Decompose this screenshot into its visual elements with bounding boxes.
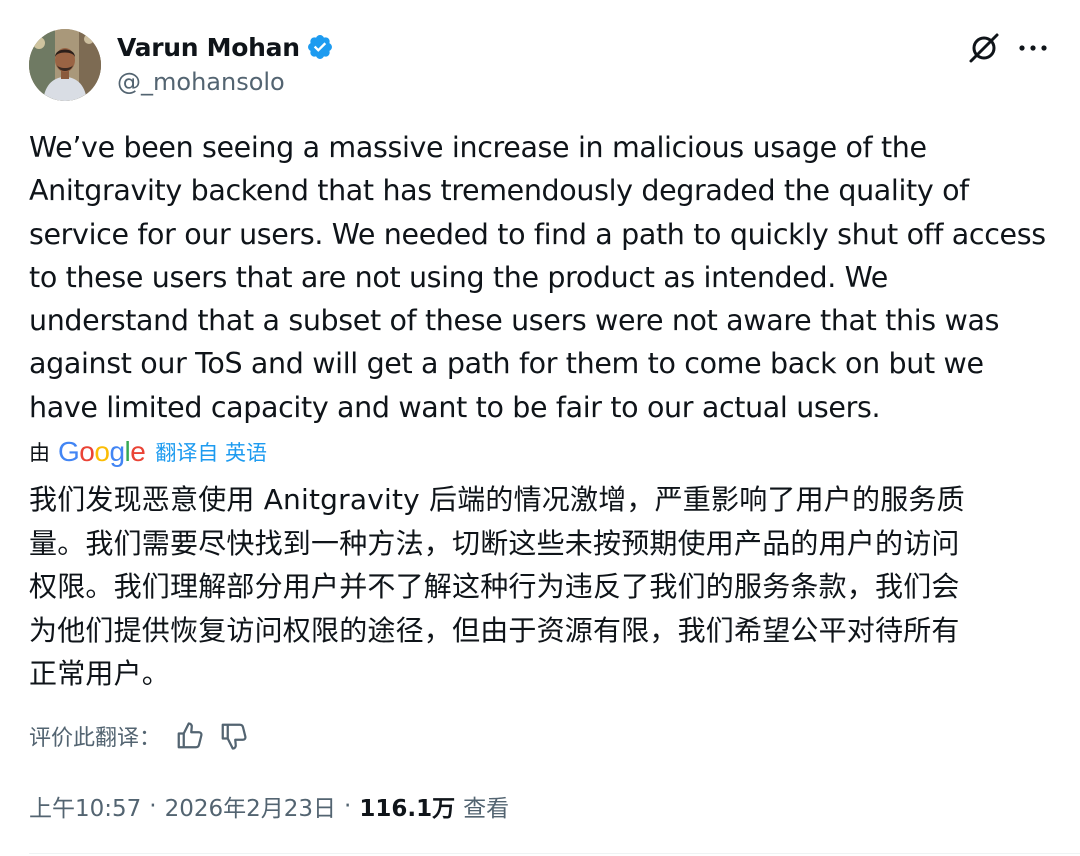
rate-translation-label: 评价此翻译： bbox=[29, 726, 162, 751]
google-logo-letter: o bbox=[79, 436, 95, 467]
tweet-text-line: service for our users. We needed to find… bbox=[29, 217, 1046, 251]
tweet-meta: 上午10:57 · 2026年2月23日 · 116.1万 查看 bbox=[29, 786, 509, 826]
translation-attribution: 由 Google 翻译自 英语 bbox=[29, 436, 267, 468]
rate-translation-row: 评价此翻译： bbox=[29, 718, 249, 754]
translated-from-link[interactable]: 翻译自 英语 bbox=[155, 437, 267, 467]
avatar-photo bbox=[29, 29, 101, 101]
more-horizontal-icon[interactable] bbox=[1018, 40, 1048, 56]
google-logo-letter: g bbox=[109, 436, 125, 467]
tweet-text-line: have limited capacity and want to be fai… bbox=[29, 390, 881, 424]
verified-badge-icon[interactable] bbox=[306, 33, 334, 61]
tweet-date[interactable]: 2026年2月23日 bbox=[165, 789, 336, 823]
translated-text-line: 我们发现恶意使用 Anitgravity 后端的情况激增，严重影响了用户的服务质 bbox=[29, 483, 965, 516]
avatar[interactable] bbox=[29, 29, 101, 101]
author-handle[interactable]: @_mohansolo bbox=[117, 68, 285, 96]
translated-text-line: 正常用户。 bbox=[29, 657, 171, 690]
divider bbox=[29, 853, 1080, 854]
translated-text: 我们发现恶意使用 Anitgravity 后端的情况激增，严重影响了用户的服务质… bbox=[29, 478, 1059, 696]
translated-text-line: 权限。我们理解部分用户并不了解这种行为违反了我们的服务条款，我们会 bbox=[29, 570, 960, 603]
google-logo-letter: G bbox=[58, 436, 80, 467]
tweet-text: We’ve been seeing a massive increase in … bbox=[29, 126, 1059, 429]
tweet: Varun Mohan @_mohansolo We’ve been seein… bbox=[0, 0, 1080, 856]
tweet-text-line: to these users that are not using the pr… bbox=[29, 260, 888, 294]
author-display-name[interactable]: Varun Mohan bbox=[117, 33, 300, 62]
tweet-text-line: We’ve been seeing a massive increase in … bbox=[29, 131, 927, 164]
tweet-text-line: Anitgravity backend that has tremendousl… bbox=[29, 174, 969, 208]
thumbs-up-icon[interactable] bbox=[175, 721, 205, 751]
tweet-text-line: against our ToS and will get a path for … bbox=[29, 347, 984, 381]
tweet-time[interactable]: 上午10:57 bbox=[29, 789, 141, 823]
thumbs-down-icon[interactable] bbox=[219, 721, 249, 751]
views-label: 查看 bbox=[463, 796, 510, 822]
views-count: 116.1万 bbox=[359, 796, 456, 822]
translated-by-label: 由 bbox=[29, 441, 50, 465]
grok-icon[interactable] bbox=[966, 30, 1002, 66]
translated-text-line: 为他们提供恢复访问权限的途径，但由于资源有限，我们希望公平对待所有 bbox=[29, 613, 960, 647]
author-name-row: Varun Mohan bbox=[117, 30, 334, 64]
tweet-text-line: understand that a subset of these users … bbox=[29, 304, 1000, 338]
translated-text-line: 量。我们需要尽快找到一种方法，切断这些未按预期使用产品的用户的访问 bbox=[29, 526, 960, 560]
meta-separator: · bbox=[149, 793, 157, 819]
google-logo: Google bbox=[58, 436, 146, 468]
meta-separator: · bbox=[344, 793, 352, 819]
google-logo-letter: e bbox=[130, 436, 146, 467]
google-logo-letter: o bbox=[94, 436, 110, 467]
